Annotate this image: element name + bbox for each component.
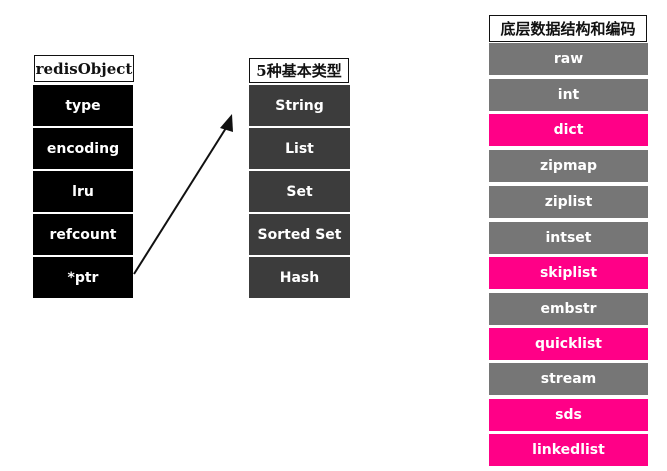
encoding-skiplist: skiplist xyxy=(489,257,648,289)
pointer-arrow-line xyxy=(133,127,227,275)
encoding-dict: dict xyxy=(489,114,648,146)
basic-types-title: 5种基本类型 xyxy=(249,58,349,83)
encoding-sds: sds xyxy=(489,399,648,431)
type-set: Set xyxy=(249,171,350,212)
encoding-zipmap: zipmap xyxy=(489,150,648,182)
encoding-ziplist: ziplist xyxy=(489,186,648,218)
field-encoding: encoding xyxy=(33,128,133,169)
type-sorted-set: Sorted Set xyxy=(249,214,350,255)
encoding-quicklist: quicklist xyxy=(489,328,648,360)
encoding-linkedlist: linkedlist xyxy=(489,434,648,466)
encoding-raw: raw xyxy=(489,43,648,75)
type-list: List xyxy=(249,128,350,169)
type-string: String xyxy=(249,85,350,126)
pointer-arrowhead xyxy=(220,114,233,132)
encodings-title: 底层数据结构和编码 xyxy=(489,15,647,42)
field-ptr: *ptr xyxy=(33,257,133,298)
field-lru: lru xyxy=(33,171,133,212)
type-hash: Hash xyxy=(249,257,350,298)
encoding-int: int xyxy=(489,79,648,111)
encoding-intset: intset xyxy=(489,222,648,254)
encoding-embstr: embstr xyxy=(489,293,648,325)
field-refcount: refcount xyxy=(33,214,133,255)
redis-object-title: redisObject xyxy=(34,55,134,82)
encoding-stream: stream xyxy=(489,363,648,395)
field-type: type xyxy=(33,85,133,126)
